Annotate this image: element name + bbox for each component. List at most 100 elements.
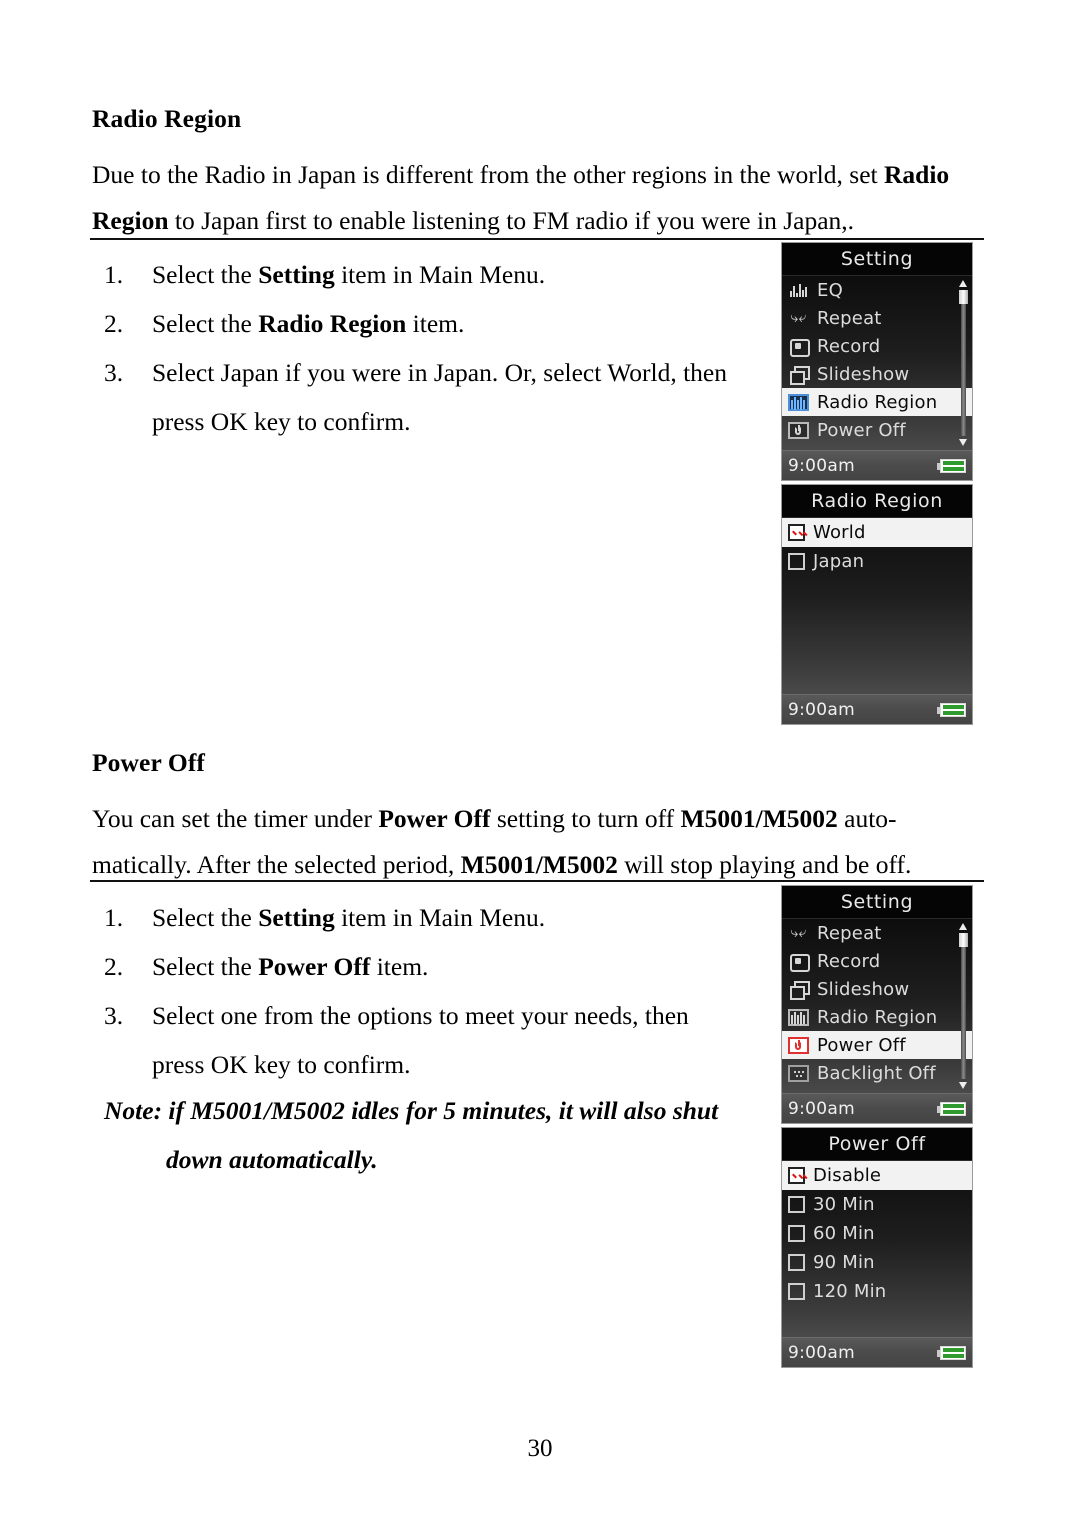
lcd-title: Setting — [782, 243, 972, 276]
menu-item-power-off[interactable]: Power Off — [782, 416, 972, 444]
intro-bold-model-1: M5001/M5002 — [680, 804, 838, 833]
slideshow-icon — [788, 980, 810, 1000]
lcd-options-list: Disable 30 Min 60 Min 90 Min 120 Min — [782, 1161, 972, 1337]
scrollbar-track[interactable] — [961, 933, 966, 1079]
option-60-min[interactable]: 60 Min — [782, 1219, 972, 1248]
menu-item-backlight-off[interactable]: Backlight Off — [782, 1059, 972, 1087]
menu-item-eq[interactable]: EQ — [782, 276, 972, 304]
lcd-screen-radio-region-options: Radio Region World Japan 9:00am — [781, 484, 973, 725]
step-text-pre: Select the — [152, 952, 259, 981]
eq-icon — [788, 281, 809, 299]
step-text-pre: Select the — [152, 260, 259, 289]
option-disable[interactable]: Disable — [782, 1161, 972, 1190]
lcd-screen-power-off-options: Power Off Disable 30 Min 60 Min 90 Min 1… — [781, 1127, 973, 1368]
intro-text-a: Due to the Radio in Japan is different f… — [92, 160, 884, 189]
note-line-2: down automatically. — [166, 1145, 378, 1174]
clock-time: 9:00am — [788, 1098, 855, 1119]
intro-text-d: matically. After the selected period, — [92, 850, 461, 879]
menu-item-label: Repeat — [817, 922, 882, 944]
menu-item-power-off[interactable]: Power Off — [782, 1031, 972, 1059]
scrollbar-track[interactable] — [961, 290, 966, 436]
option-japan[interactable]: Japan — [782, 547, 972, 576]
checkbox-unchecked-icon[interactable] — [788, 553, 805, 570]
lcd-options-list: World Japan — [782, 518, 972, 694]
divider-rule-2 — [90, 880, 984, 882]
lcd-status-bar: 9:00am — [782, 450, 972, 480]
checkbox-checked-icon[interactable] — [788, 524, 805, 541]
option-120-min[interactable]: 120 Min — [782, 1277, 972, 1306]
step-text-post: item. — [406, 309, 465, 338]
step-text-pre: Select the — [152, 309, 259, 338]
option-label: 90 Min — [813, 1252, 875, 1273]
step-text-post: item in Main Menu. — [334, 903, 546, 932]
battery-icon — [937, 1101, 966, 1116]
clock-time: 9:00am — [788, 699, 855, 720]
option-world[interactable]: World — [782, 518, 972, 547]
menu-item-label: Radio Region — [817, 391, 938, 413]
step-text-pre: Select Japan if you were in Japan. Or, s… — [152, 358, 727, 436]
menu-item-repeat[interactable]: ⤷⤶ Repeat — [782, 304, 972, 332]
section-heading-radio-region: Radio Region — [92, 104, 242, 133]
menu-item-repeat[interactable]: ⤷⤶ Repeat — [782, 919, 972, 947]
scroll-down-arrow-icon[interactable] — [958, 1081, 969, 1090]
record-icon — [788, 952, 810, 972]
scrollbar[interactable] — [958, 279, 969, 447]
battery-icon — [937, 458, 966, 473]
menu-item-slideshow[interactable]: Slideshow — [782, 975, 972, 1003]
list-number: 2. — [104, 309, 124, 338]
steps-power-off: 1. Select the Setting item in Main Menu.… — [92, 893, 782, 1089]
intro-bold-region: Region — [92, 206, 169, 235]
intro-text-e: will stop playing and be off. — [617, 850, 912, 879]
lcd-menu-list: ⤷⤶ Repeat Record Slideshow Radio Region … — [782, 919, 972, 1093]
lcd-status-bar: 9:00am — [782, 1337, 972, 1367]
list-item: 1. Select the Setting item in Main Menu. — [92, 893, 782, 942]
page-number: 30 — [527, 1435, 553, 1462]
list-item: 3. Select Japan if you were in Japan. Or… — [92, 348, 752, 446]
battery-icon — [937, 1345, 966, 1360]
clock-time: 9:00am — [788, 1342, 855, 1363]
option-label: World — [813, 522, 866, 543]
scroll-down-arrow-icon[interactable] — [958, 438, 969, 447]
menu-item-slideshow[interactable]: Slideshow — [782, 360, 972, 388]
option-label: 60 Min — [813, 1223, 875, 1244]
menu-item-radio-region[interactable]: Radio Region — [782, 1003, 972, 1031]
checkbox-checked-icon[interactable] — [788, 1167, 805, 1184]
note-block: Note: if M5001/M5002 idles for 5 minutes… — [104, 1086, 804, 1184]
scroll-up-arrow-icon[interactable] — [958, 922, 969, 931]
record-icon — [788, 337, 810, 357]
list-item: 2. Select the Power Off item. — [92, 942, 782, 991]
step-text-pre: Select the — [152, 903, 259, 932]
lcd-status-bar: 9:00am — [782, 694, 972, 724]
scrollbar-thumb[interactable] — [959, 290, 968, 304]
scrollbar-thumb[interactable] — [959, 933, 968, 947]
intro-text-c: auto- — [837, 804, 897, 833]
checkbox-unchecked-icon[interactable] — [788, 1196, 805, 1213]
list-number: 1. — [104, 903, 124, 932]
list-item: 1. Select the Setting item in Main Menu. — [92, 250, 782, 299]
option-30-min[interactable]: 30 Min — [782, 1190, 972, 1219]
checkbox-unchecked-icon[interactable] — [788, 1283, 805, 1300]
power-off-icon — [788, 421, 809, 439]
intro-text-a: You can set the timer under — [92, 804, 379, 833]
menu-item-record[interactable]: Record — [782, 947, 972, 975]
scroll-up-arrow-icon[interactable] — [958, 279, 969, 288]
intro-text-b: setting to turn off — [490, 804, 681, 833]
lcd-title: Radio Region — [782, 485, 972, 518]
menu-item-label: Backlight Off — [817, 1062, 936, 1084]
checkbox-unchecked-icon[interactable] — [788, 1225, 805, 1242]
option-90-min[interactable]: 90 Min — [782, 1248, 972, 1277]
menu-item-radio-region[interactable]: Radio Region — [782, 388, 972, 416]
menu-item-label: Power Off — [817, 1034, 906, 1056]
step-text-bold: Radio Region — [258, 309, 407, 338]
lcd-title: Power Off — [782, 1128, 972, 1161]
list-number: 2. — [104, 952, 124, 981]
steps-radio-region: 1. Select the Setting item in Main Menu.… — [92, 250, 782, 446]
step-text-pre: Select one from the options to meet your… — [152, 1001, 689, 1079]
checkbox-unchecked-icon[interactable] — [788, 1254, 805, 1271]
step-text-post: item in Main Menu. — [334, 260, 546, 289]
repeat-icon: ⤷⤶ — [790, 310, 807, 326]
intro-bold-radio: Radio — [883, 160, 950, 189]
menu-item-record[interactable]: Record — [782, 332, 972, 360]
section-intro-radio-region: Due to the Radio in Japan is different f… — [92, 152, 972, 244]
scrollbar[interactable] — [958, 922, 969, 1090]
